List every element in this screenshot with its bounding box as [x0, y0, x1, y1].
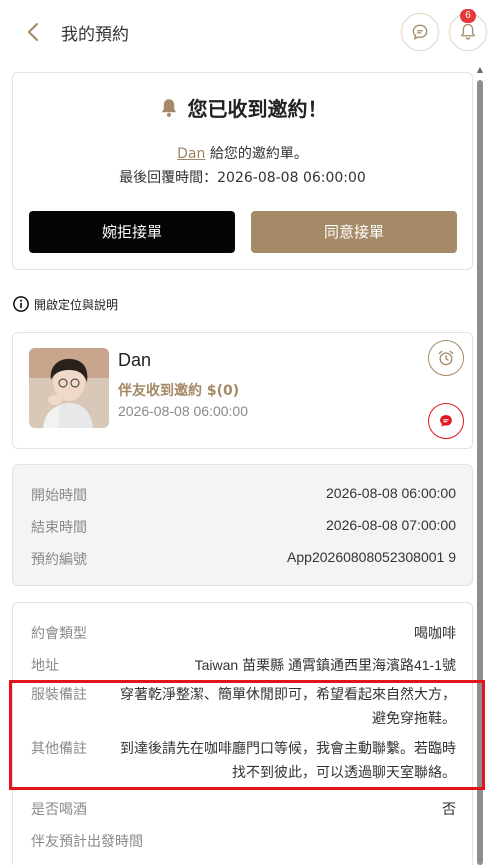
chat-button[interactable] — [401, 13, 439, 51]
scroll-up-arrow[interactable]: ▲ — [476, 66, 484, 74]
info-icon — [13, 296, 29, 312]
chat-partner-button[interactable] — [428, 403, 464, 439]
partner-name: Dan — [118, 350, 152, 370]
highlight-box — [9, 680, 485, 790]
top-bar: 我的預約 6 — [0, 0, 500, 64]
bell-icon — [461, 23, 475, 40]
partner-card: Dan 伴友收到邀約 $(0) 2026-08-08 06:00:00 — [12, 332, 473, 449]
date-type-row: 約會類型 喝咖啡 — [31, 625, 456, 642]
invite-text: 給您的邀約單。 — [205, 146, 308, 162]
invite-card: 您已收到邀約！ Dan 給您的邀約單。 最後回覆時間：2026-08-08 06… — [12, 72, 473, 270]
avatar[interactable] — [29, 348, 109, 428]
departure-time-row: 伴友預計出發時間 — [31, 834, 143, 850]
invite-heading: 您已收到邀約！ — [187, 97, 328, 121]
sender-link[interactable]: Dan — [177, 146, 205, 162]
page-title: 我的預約 — [61, 25, 129, 45]
reply-deadline: 最後回覆時間：2026-08-08 06:00:00 — [119, 170, 366, 186]
locate-label: 開啟定位與說明 — [34, 297, 119, 312]
notification-button[interactable]: 6 — [449, 9, 487, 51]
notification-badge: 6 — [460, 9, 476, 23]
reject-button[interactable]: 婉拒接單 — [29, 211, 235, 253]
alarm-clock-icon — [438, 350, 454, 366]
schedule-card: 開始時間 2026-08-08 06:00:00 結束時間 2026-08-08… — [12, 464, 473, 586]
end-time-row: 結束時間 2026-08-08 07:00:00 — [31, 517, 456, 536]
partner-time: 2026-08-08 06:00:00 — [118, 403, 248, 419]
alcohol-row: 是否喝酒 否 — [31, 801, 456, 818]
back-icon[interactable] — [22, 20, 46, 44]
accept-button[interactable]: 同意接單 — [251, 211, 457, 253]
start-time-row: 開始時間 2026-08-08 06:00:00 — [31, 485, 456, 504]
locate-help-link[interactable]: 開啟定位與說明 — [12, 295, 118, 313]
alarm-button[interactable] — [428, 340, 464, 376]
chat-bubble-icon — [412, 24, 428, 40]
partner-subtitle: 伴友收到邀約 $(0) — [118, 383, 240, 399]
address-row: 地址 Taiwan 苗栗縣 通霄鎮通西里海濱路41-1號 — [31, 657, 456, 674]
booking-id-row: 預約編號 App20260808052308001 9 — [31, 549, 456, 568]
chat-filled-icon — [440, 415, 452, 427]
bell-filled-icon — [161, 99, 176, 117]
